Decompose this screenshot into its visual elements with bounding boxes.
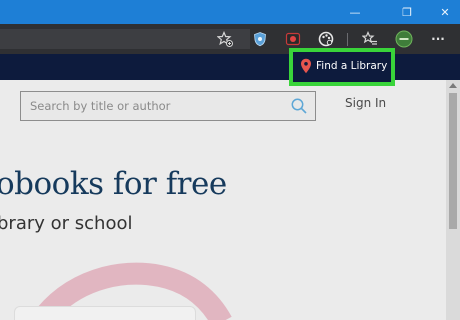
search-placeholder: Search by title or author: [30, 99, 171, 113]
find-library-button[interactable]: Find a Library: [289, 48, 395, 86]
scroll-up-arrow-icon[interactable]: [449, 83, 457, 88]
sign-in-link[interactable]: Sign In: [345, 96, 386, 110]
window-titlebar: — ❐ ✕: [0, 0, 460, 24]
search-icon[interactable]: [290, 97, 308, 115]
scroll-thumb[interactable]: [449, 93, 457, 229]
shield-extension-icon[interactable]: [250, 29, 270, 49]
page-scrollbar[interactable]: [446, 80, 460, 320]
location-pin-icon: [301, 58, 311, 74]
more-menu-icon[interactable]: ···: [428, 29, 448, 49]
minimize-button[interactable]: —: [340, 0, 370, 24]
hero-subtitle: brary or school: [0, 213, 133, 234]
close-button[interactable]: ✕: [430, 0, 460, 24]
address-bar[interactable]: [0, 29, 250, 49]
find-library-label: Find a Library: [316, 60, 388, 72]
maximize-button[interactable]: ❐: [392, 0, 422, 24]
page-content: Search by title or author Sign In obooks…: [0, 80, 446, 320]
hero-title: obooks for free: [0, 166, 227, 202]
palette-extension-icon[interactable]: [316, 29, 336, 49]
search-input[interactable]: Search by title or author: [20, 91, 316, 121]
content-card: [14, 306, 196, 320]
toolbar-divider: [347, 33, 348, 46]
favorite-star-add-icon[interactable]: [215, 29, 235, 49]
profile-avatar[interactable]: [394, 29, 414, 49]
record-extension-icon[interactable]: [283, 29, 303, 49]
favorites-list-icon[interactable]: [360, 29, 380, 49]
